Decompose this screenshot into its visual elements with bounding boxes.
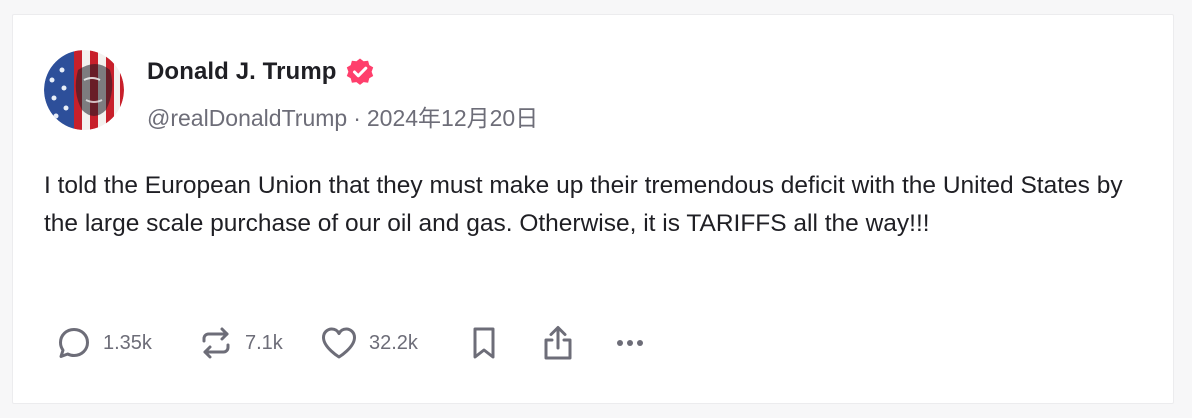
more-icon: [617, 340, 643, 346]
flag-portrait-avatar-icon: [44, 50, 124, 130]
post-body: I told the European Union that they must…: [44, 172, 1123, 237]
share-button[interactable]: [539, 323, 611, 363]
repost-icon: [202, 327, 230, 359]
author-display-name[interactable]: Donald J. Trump: [147, 58, 337, 86]
reply-count: 1.35k: [103, 331, 152, 354]
bookmark-icon: [473, 327, 495, 359]
more-options-button[interactable]: [611, 324, 655, 362]
bookmark-button[interactable]: [465, 324, 539, 362]
like-count: 32.2k: [369, 331, 418, 354]
share-icon: [544, 326, 572, 360]
post-meta: @realDonaldTrump · 2024年12月20日: [147, 99, 538, 133]
like-button[interactable]: 32.2k: [319, 324, 465, 362]
repost-button[interactable]: 7.1k: [197, 324, 319, 362]
post-date[interactable]: 2024年12月20日: [367, 105, 538, 131]
reply-button[interactable]: 1.35k: [55, 324, 197, 362]
action-bar: 1.35k 7.1k 32.2k: [55, 321, 655, 365]
meta-separator: ·: [353, 105, 361, 131]
verified-badge-icon: [346, 58, 373, 85]
author-name-row: Donald J. Trump: [147, 55, 375, 89]
post-card: Donald J. Trump @realDonaldTrump · 2024年12…: [12, 14, 1174, 404]
heart-icon: [322, 327, 356, 359]
author-handle[interactable]: @realDonaldTrump: [147, 105, 347, 131]
reply-icon: [59, 328, 89, 358]
avatar[interactable]: [44, 50, 124, 130]
repost-count: 7.1k: [245, 331, 283, 354]
